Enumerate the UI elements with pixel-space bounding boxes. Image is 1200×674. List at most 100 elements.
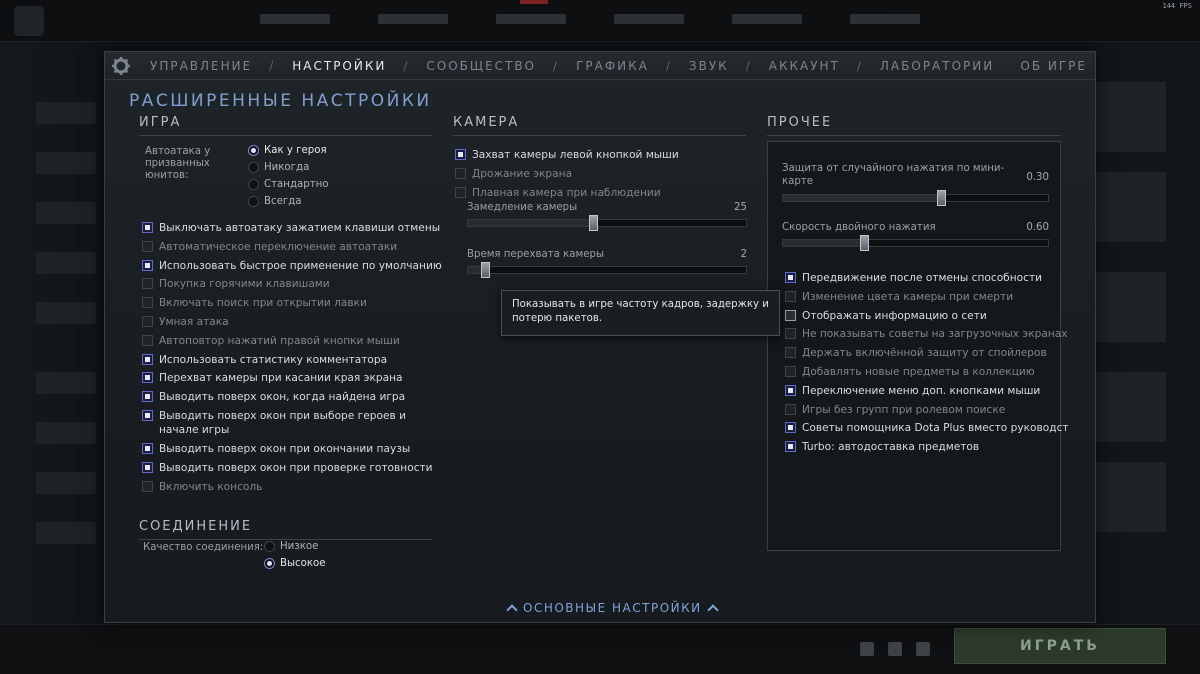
connection-option[interactable]: Высокое bbox=[264, 558, 326, 569]
game-option[interactable]: Включить консоль bbox=[142, 480, 262, 494]
checkbox[interactable] bbox=[785, 366, 796, 377]
checkbox[interactable] bbox=[142, 334, 153, 346]
autoattack-option[interactable]: Никогда bbox=[248, 162, 309, 173]
camera-option[interactable]: Захват камеры левой кнопкой мыши bbox=[455, 148, 679, 162]
other-option[interactable]: Не показывать советы на загрузочных экра… bbox=[785, 327, 1068, 341]
other-option[interactable]: Изменение цвета камеры при смерти bbox=[785, 290, 1013, 304]
checkbox[interactable] bbox=[785, 347, 796, 359]
checkbox[interactable] bbox=[142, 372, 153, 384]
checkbox-label: Использовать статистику комментатора bbox=[159, 353, 388, 366]
slider-thumb[interactable] bbox=[860, 235, 869, 251]
checkbox[interactable] bbox=[142, 259, 153, 271]
checkbox[interactable] bbox=[785, 290, 796, 302]
slider-value: 25 bbox=[734, 202, 747, 213]
other-option[interactable]: Отображать информацию о сети bbox=[785, 309, 987, 323]
tab-sound[interactable]: ЗВУК bbox=[689, 59, 729, 73]
other-option[interactable]: Передвижение после отмены способности bbox=[785, 271, 1042, 285]
slider-label: Время перехвата камеры bbox=[467, 249, 604, 260]
game-option[interactable]: Выводить поверх окон при проверке готовн… bbox=[142, 461, 433, 475]
checkbox[interactable] bbox=[785, 441, 796, 453]
basic-settings-link[interactable]: ОСНОВНЫЕ НАСТРОЙКИ bbox=[501, 601, 724, 616]
client-nav bbox=[260, 14, 920, 24]
slider-thumb[interactable] bbox=[481, 262, 490, 278]
slider-track[interactable] bbox=[782, 190, 1049, 206]
checkbox[interactable] bbox=[142, 222, 153, 233]
connection-option[interactable]: Низкое bbox=[264, 541, 318, 552]
autoattack-option[interactable]: Всегда bbox=[248, 196, 302, 207]
checkbox[interactable] bbox=[142, 240, 153, 252]
game-option[interactable]: Выводить поверх окон, когда найдена игра bbox=[142, 390, 405, 404]
game-option[interactable]: Использовать быстрое применение по умолч… bbox=[142, 259, 442, 273]
checkbox[interactable] bbox=[785, 272, 796, 283]
game-option[interactable]: Автоповтор нажатий правой кнопки мыши bbox=[142, 334, 400, 348]
checkbox[interactable] bbox=[455, 167, 466, 179]
checkbox[interactable] bbox=[142, 278, 153, 290]
other-option[interactable]: Turbo: автодоставка предметов bbox=[785, 440, 979, 454]
checkbox[interactable] bbox=[785, 384, 796, 396]
game-option[interactable]: Покупка горячими клавишами bbox=[142, 277, 330, 291]
checkbox[interactable] bbox=[142, 353, 153, 365]
game-option[interactable]: Автоматическое переключение автоатаки bbox=[142, 240, 397, 254]
tab-graphics[interactable]: ГРАФИКА bbox=[576, 59, 649, 73]
game-option[interactable]: Умная атака bbox=[142, 315, 229, 329]
checkbox[interactable] bbox=[455, 149, 466, 160]
checkbox-label: Переключение меню доп. кнопками мыши bbox=[802, 384, 1041, 397]
radio-dot bbox=[264, 558, 275, 569]
section-camera-heading: КАМЕРА bbox=[453, 115, 746, 136]
autoattack-option[interactable]: Стандартно bbox=[248, 179, 329, 190]
checkbox[interactable] bbox=[142, 443, 153, 454]
tab-labs[interactable]: ЛАБОРАТОРИИ bbox=[880, 59, 994, 73]
checkbox[interactable] bbox=[785, 309, 796, 321]
checkbox[interactable] bbox=[142, 480, 153, 492]
checkbox-label: Автоматическое переключение автоатаки bbox=[159, 240, 398, 253]
checkbox[interactable] bbox=[142, 297, 153, 309]
checkbox[interactable] bbox=[142, 461, 153, 473]
slider-track[interactable] bbox=[467, 215, 747, 231]
other-option[interactable]: Держать включённой защиту от спойлеров bbox=[785, 346, 1047, 360]
tooltip: Показывать в игре частоту кадров, задерж… bbox=[501, 290, 780, 336]
radio-label: Никогда bbox=[264, 162, 310, 173]
play-button[interactable]: ИГРАТЬ bbox=[954, 628, 1166, 664]
checkbox[interactable] bbox=[142, 316, 153, 327]
slider-track[interactable] bbox=[782, 235, 1049, 251]
checkbox[interactable] bbox=[455, 186, 466, 198]
game-option[interactable]: Включать поиск при открытии лавки bbox=[142, 296, 367, 310]
checkbox[interactable] bbox=[785, 422, 796, 434]
gear-icon[interactable] bbox=[111, 56, 131, 76]
checkbox[interactable] bbox=[142, 391, 153, 403]
checkbox[interactable] bbox=[785, 403, 796, 415]
other-option[interactable]: Добавлять новые предметы в коллекцию bbox=[785, 365, 1035, 379]
autoattack-label: Автоатака у призванных юнитов: bbox=[145, 146, 211, 181]
slider-track[interactable] bbox=[467, 262, 747, 278]
slider-thumb[interactable] bbox=[589, 215, 598, 231]
game-option[interactable]: Выводить поверх окон при окончании паузы bbox=[142, 442, 410, 456]
checkbox-label: Умная атака bbox=[159, 316, 229, 328]
tab-community[interactable]: СООБЩЕСТВО bbox=[426, 59, 536, 73]
checkbox-label: Использовать быстрое применение по умолч… bbox=[159, 259, 442, 272]
slider-value: 2 bbox=[740, 249, 747, 260]
other-option[interactable]: Советы помощника Dota Plus вместо руково… bbox=[785, 421, 1069, 435]
client-left-column bbox=[0, 42, 104, 674]
tab-about[interactable]: ОБ ИГРЕ bbox=[1020, 59, 1087, 73]
game-option[interactable]: Перехват камеры при касании края экрана bbox=[142, 371, 403, 385]
camera-option[interactable]: Плавная камера при наблюдении bbox=[455, 186, 661, 200]
slider-thumb[interactable] bbox=[937, 190, 946, 206]
game-option[interactable]: Использовать статистику комментатора bbox=[142, 353, 387, 367]
checkbox-label: Включать поиск при открытии лавки bbox=[159, 297, 367, 310]
other-option[interactable]: Игры без групп при ролевом поиске bbox=[785, 403, 1005, 417]
tab-settings[interactable]: НАСТРОЙКИ bbox=[292, 59, 386, 73]
tab-controls[interactable]: УПРАВЛЕНИЕ bbox=[150, 59, 252, 73]
section-other-heading: ПРОЧЕЕ bbox=[767, 115, 1061, 136]
chevron-up-icon bbox=[706, 604, 719, 616]
slider-label: Скорость двойного нажатия bbox=[782, 222, 936, 233]
settings-panel: УПРАВЛЕНИЕ / НАСТРОЙКИ / СООБЩЕСТВО / ГР… bbox=[104, 51, 1096, 623]
checkbox[interactable] bbox=[785, 328, 796, 340]
checkbox[interactable] bbox=[142, 410, 153, 421]
other-option[interactable]: Переключение меню доп. кнопками мыши bbox=[785, 384, 1040, 398]
game-option[interactable]: Выводить поверх окон при выборе героев и… bbox=[142, 409, 410, 437]
tab-account[interactable]: АККАУНТ bbox=[769, 59, 840, 73]
camera-option[interactable]: Дрожание экрана bbox=[455, 167, 572, 181]
client-top-bar: 144 FPS bbox=[0, 0, 1200, 42]
autoattack-option[interactable]: Как у героя bbox=[248, 145, 327, 156]
game-option[interactable]: Выключать автоатаку зажатием клавиши отм… bbox=[142, 221, 440, 235]
